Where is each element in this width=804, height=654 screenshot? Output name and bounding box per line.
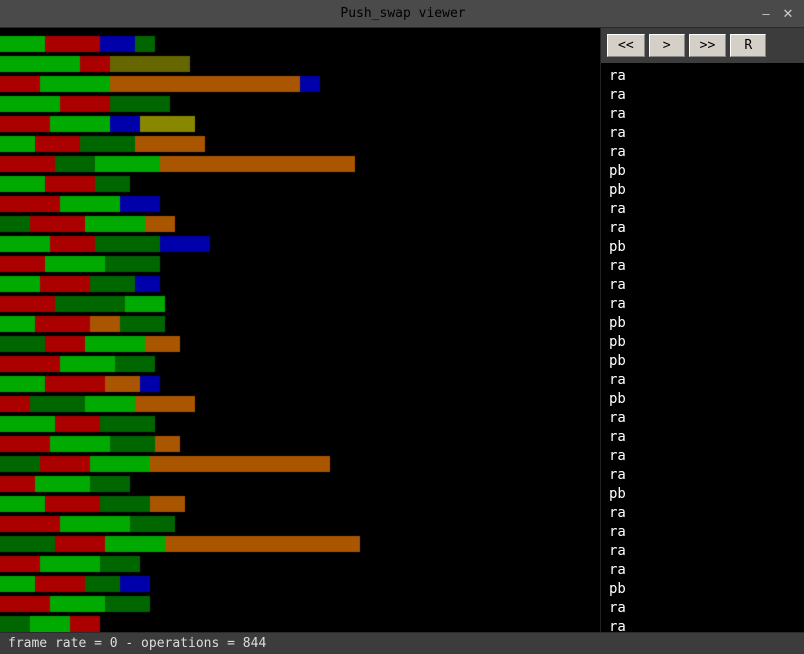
operation-item: ra <box>609 257 796 276</box>
nav-buttons: << > >> R <box>601 28 804 63</box>
next-button[interactable]: >> <box>689 34 727 57</box>
operation-item: ra <box>609 143 796 162</box>
operation-item: pb <box>609 390 796 409</box>
operation-item: ra <box>609 618 796 632</box>
operation-item: pb <box>609 485 796 504</box>
operation-item: ra <box>609 200 796 219</box>
operation-item: pb <box>609 314 796 333</box>
operation-item: ra <box>609 409 796 428</box>
operation-item: pb <box>609 238 796 257</box>
operation-item: pb <box>609 181 796 200</box>
right-panel: << > >> R rararararapbpbrarapbrararapbpb… <box>600 28 804 632</box>
operation-item: ra <box>609 599 796 618</box>
visualization-area <box>0 28 600 632</box>
operation-item: ra <box>609 561 796 580</box>
prev-prev-button[interactable]: << <box>607 34 645 57</box>
operation-item: pb <box>609 333 796 352</box>
operations-list: rararararapbpbrarapbrararapbpbpbrapbrara… <box>601 63 804 632</box>
operation-item: pb <box>609 162 796 181</box>
operation-item: ra <box>609 276 796 295</box>
operation-item: ra <box>609 466 796 485</box>
reset-button[interactable]: R <box>730 34 766 57</box>
titlebar: Push_swap viewer – ✕ <box>0 0 804 28</box>
window-title: Push_swap viewer <box>340 6 465 21</box>
operation-item: ra <box>609 371 796 390</box>
operation-item: pb <box>609 580 796 599</box>
operation-item: ra <box>609 86 796 105</box>
titlebar-controls: – ✕ <box>758 6 796 22</box>
operation-item: ra <box>609 295 796 314</box>
status-text: frame rate = 0 - operations = 844 <box>8 636 266 651</box>
statusbar: frame rate = 0 - operations = 844 <box>0 632 804 654</box>
minimize-button[interactable]: – <box>758 6 774 22</box>
operation-item: pb <box>609 352 796 371</box>
operation-item: ra <box>609 124 796 143</box>
operation-item: ra <box>609 523 796 542</box>
operation-item: ra <box>609 67 796 86</box>
main-content: << > >> R rararararapbpbrarapbrararapbpb… <box>0 28 804 632</box>
prev-button[interactable]: > <box>649 34 685 57</box>
operation-item: ra <box>609 219 796 238</box>
bars-canvas <box>0 28 600 632</box>
operation-item: ra <box>609 105 796 124</box>
operation-item: ra <box>609 428 796 447</box>
close-button[interactable]: ✕ <box>780 6 796 22</box>
operation-item: ra <box>609 447 796 466</box>
operation-item: ra <box>609 542 796 561</box>
operation-item: ra <box>609 504 796 523</box>
